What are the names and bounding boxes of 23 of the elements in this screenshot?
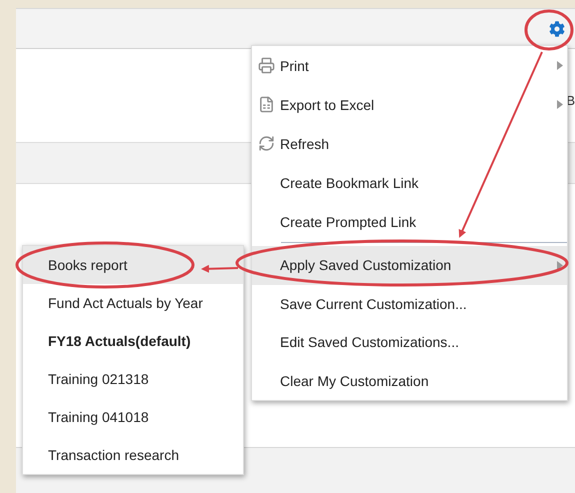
menu-item[interactable]: Create Bookmark Link xyxy=(252,163,567,202)
menu-item[interactable]: Save Current Customization... xyxy=(252,284,567,323)
submenu-item[interactable]: Training 021318 xyxy=(23,360,243,398)
menu-item[interactable]: Edit Saved Customizations... xyxy=(252,323,567,362)
caret-icon xyxy=(557,100,563,109)
submenu-item[interactable]: Training 041018 xyxy=(23,398,243,436)
submenu-item[interactable]: FY18 Actuals(default) xyxy=(23,322,243,360)
menu-item[interactable]: Clear My Customization xyxy=(252,362,567,400)
spreadsheet-icon xyxy=(258,96,275,113)
printer-icon xyxy=(258,57,275,74)
refresh-icon xyxy=(258,135,275,152)
caret-icon xyxy=(557,260,563,270)
menu-item[interactable]: Export to Excel xyxy=(252,85,567,124)
menu-item[interactable]: Print xyxy=(252,46,567,85)
settings-icon[interactable] xyxy=(549,20,565,36)
submenu-item[interactable]: Fund Act Actuals by Year xyxy=(23,284,243,322)
submenu-item[interactable]: Transaction research xyxy=(23,436,243,474)
submenu-item[interactable]: Books report xyxy=(23,246,243,284)
caret-icon xyxy=(557,61,563,70)
menu-item[interactable]: Create Prompted Link xyxy=(252,202,567,241)
menu-item[interactable]: Apply Saved Customization xyxy=(252,246,567,284)
annotation-arrow xyxy=(201,264,238,273)
menu-item[interactable]: Refresh xyxy=(252,124,567,163)
